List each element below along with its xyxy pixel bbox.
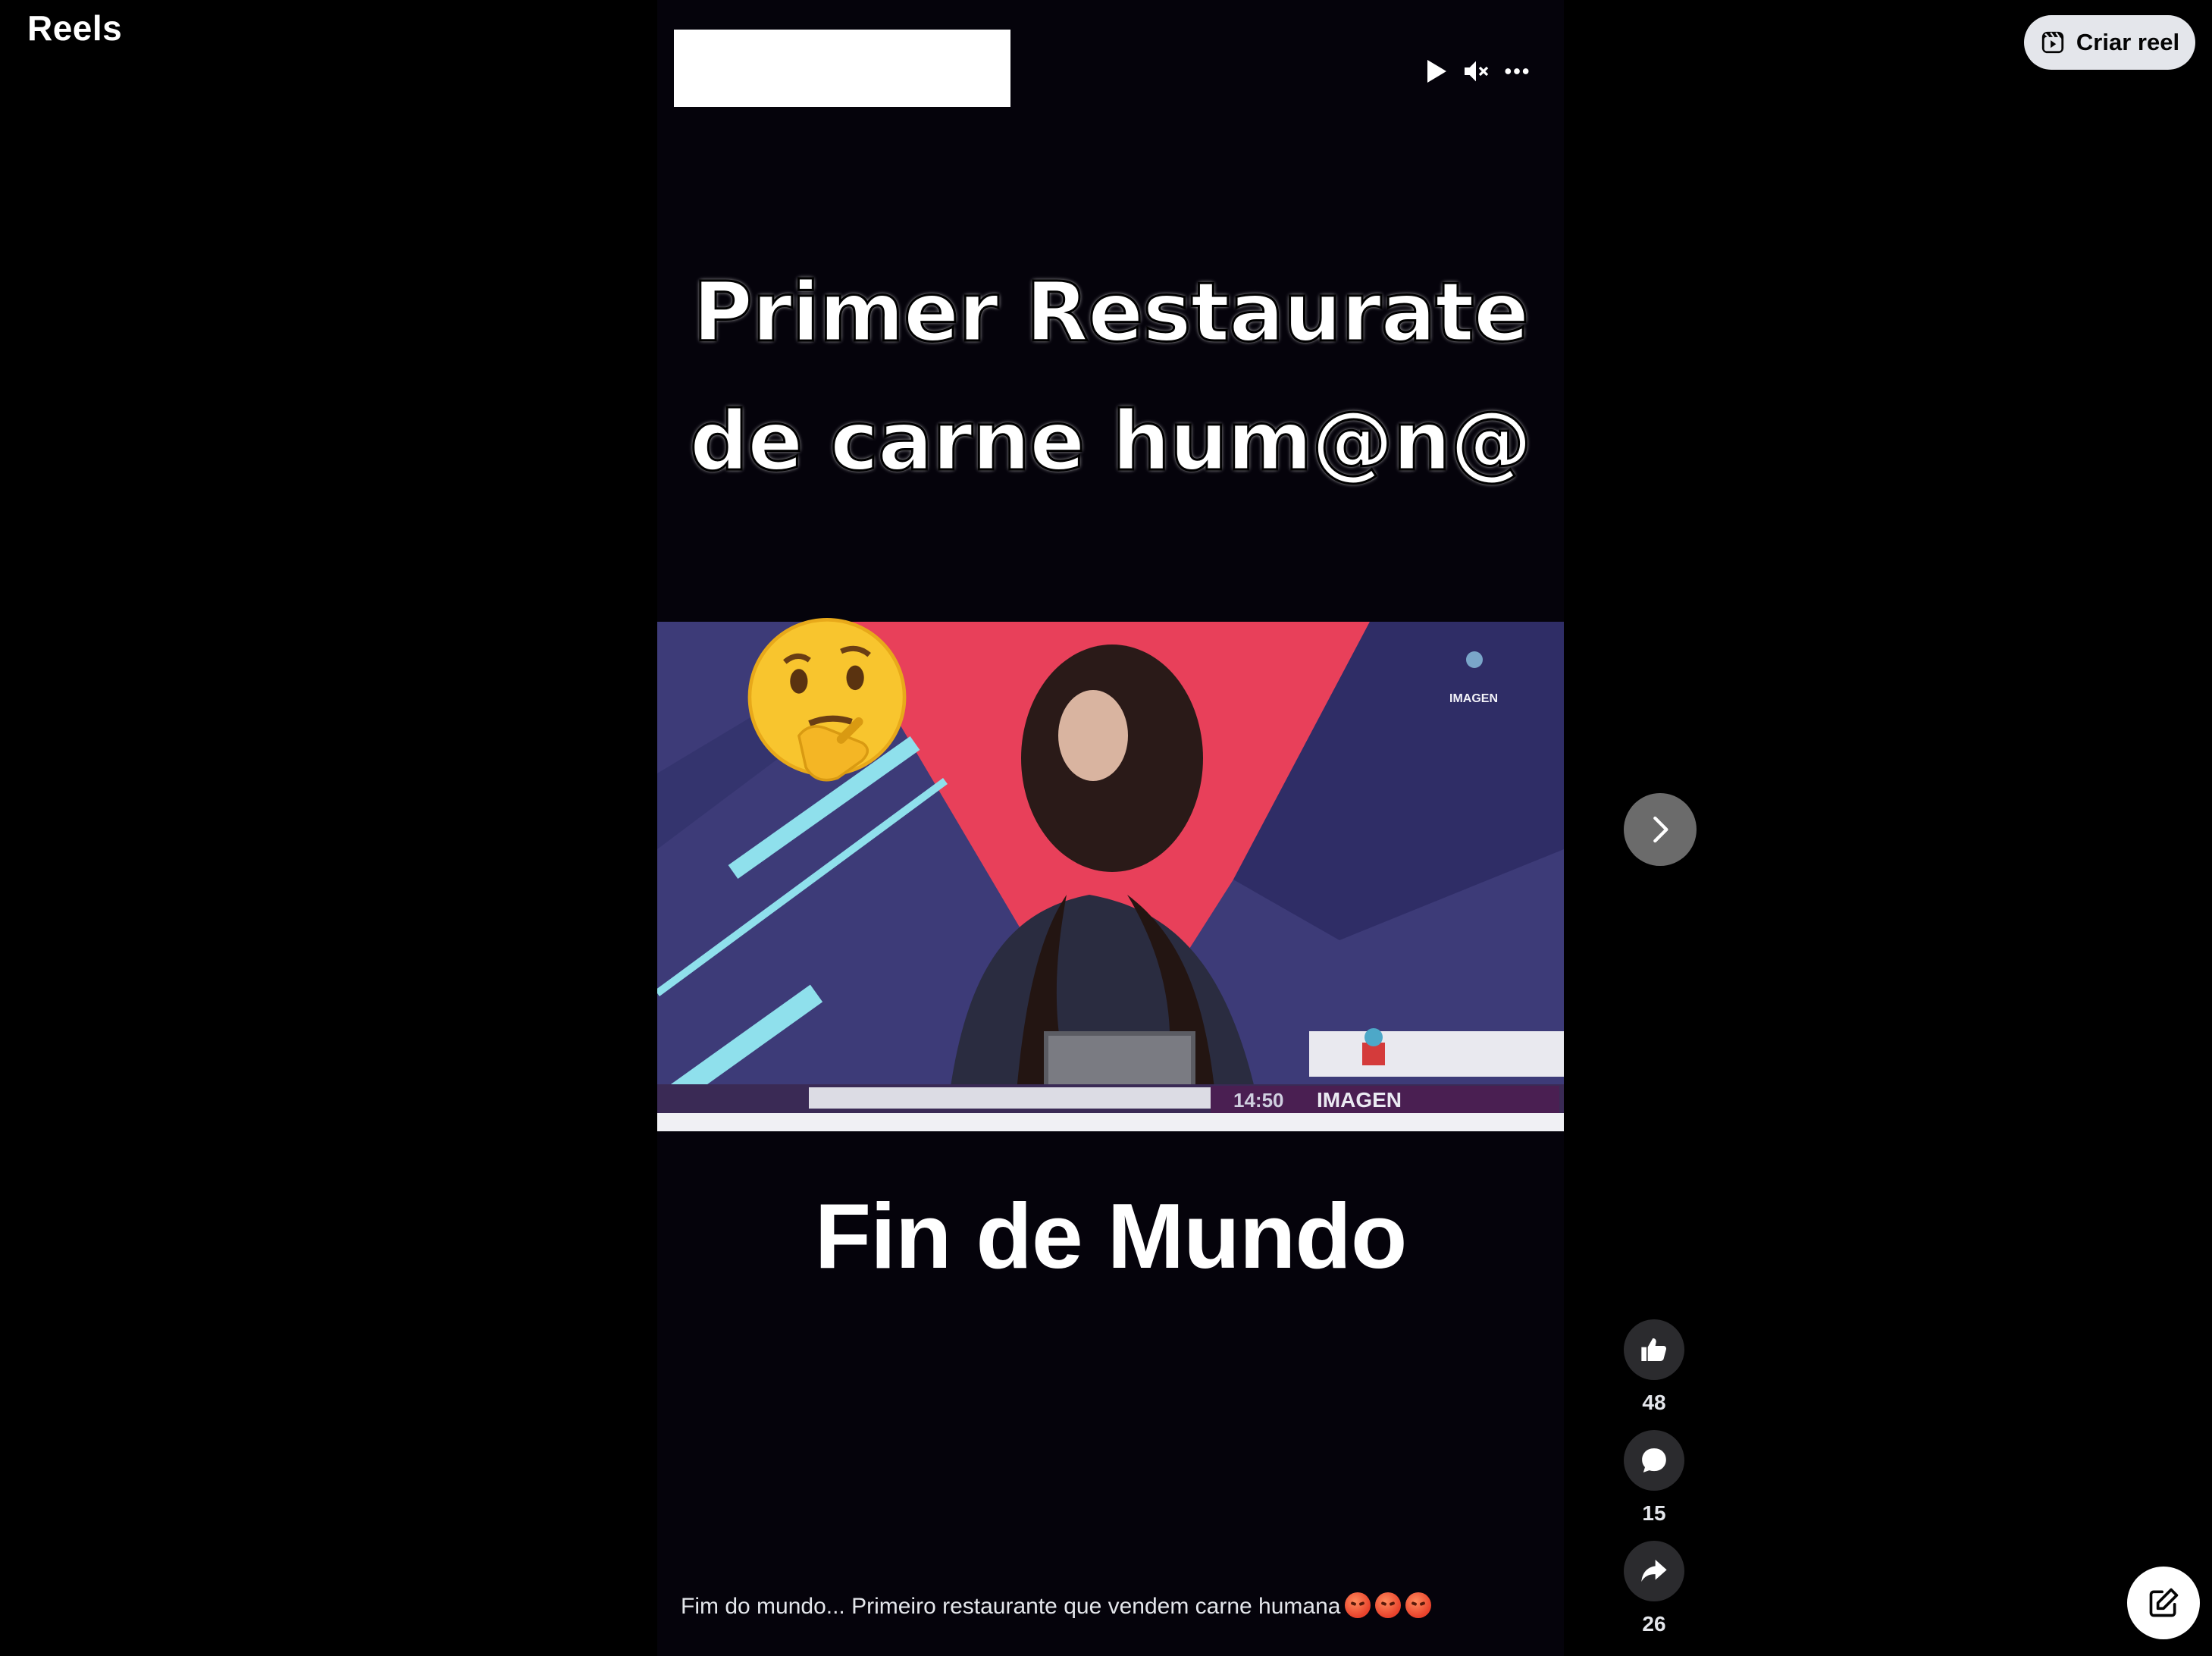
chevron-right-icon — [1653, 816, 1668, 843]
muted-speaker-icon — [1465, 61, 1489, 82]
more-options-button[interactable] — [1500, 55, 1534, 88]
comment-bubble-icon — [1642, 1448, 1666, 1473]
reel-icon — [2041, 31, 2064, 54]
video-controls — [657, 45, 1564, 91]
comment-action: 15 — [1624, 1430, 1684, 1526]
compose-edit-icon — [2149, 1588, 2179, 1617]
like-action: 48 — [1624, 1319, 1684, 1415]
share-action: 26 — [1624, 1541, 1684, 1636]
play-button[interactable] — [1418, 55, 1452, 88]
angry-face-emoji-icon — [1345, 1592, 1371, 1618]
angry-face-emoji-icon — [1405, 1592, 1432, 1618]
angry-face-emoji-icon — [1375, 1592, 1402, 1618]
share-arrow-icon — [1641, 1560, 1667, 1582]
play-icon — [1427, 60, 1446, 83]
page-title: Reels — [27, 8, 123, 48]
thinking-face-emoji-icon — [747, 617, 907, 782]
like-button[interactable] — [1624, 1319, 1684, 1380]
thumbs-up-icon — [1641, 1338, 1667, 1361]
comment-count: 15 — [1642, 1501, 1666, 1525]
create-reel-label: Criar reel — [2076, 29, 2180, 55]
video-overlay-title-line2: de carne hum@n@ — [688, 394, 1533, 491]
comment-button[interactable] — [1624, 1430, 1684, 1491]
compose-message-button[interactable] — [2127, 1567, 2200, 1639]
news-channel-logo: IMAGEN — [1449, 692, 1498, 705]
like-count: 48 — [1642, 1391, 1666, 1414]
reel-video[interactable]: Primer Restaurate de carne hum@n@ 14:50 … — [657, 0, 1564, 1656]
reel-caption: Fim do mundo... Primeiro restaurante que… — [681, 1592, 1432, 1620]
caption-text: Fim do mundo... Primeiro restaurante que… — [681, 1594, 1341, 1619]
next-reel-button[interactable] — [1624, 793, 1697, 866]
mute-button[interactable] — [1459, 55, 1493, 88]
video-bottom-title: Fin de Mundo — [814, 1184, 1408, 1287]
news-ticker-label: IMAGEN — [1317, 1088, 1402, 1112]
share-button[interactable] — [1624, 1541, 1684, 1601]
reels-page: Reels Criar reel Primer Restaurate de ca… — [0, 0, 2212, 1656]
more-options-icon — [1505, 68, 1529, 74]
share-count: 26 — [1642, 1612, 1666, 1636]
news-time: 14:50 — [1233, 1089, 1284, 1112]
video-overlay-title-line1: Primer Restaurate — [691, 265, 1530, 362]
create-reel-button[interactable]: Criar reel — [2024, 15, 2195, 70]
